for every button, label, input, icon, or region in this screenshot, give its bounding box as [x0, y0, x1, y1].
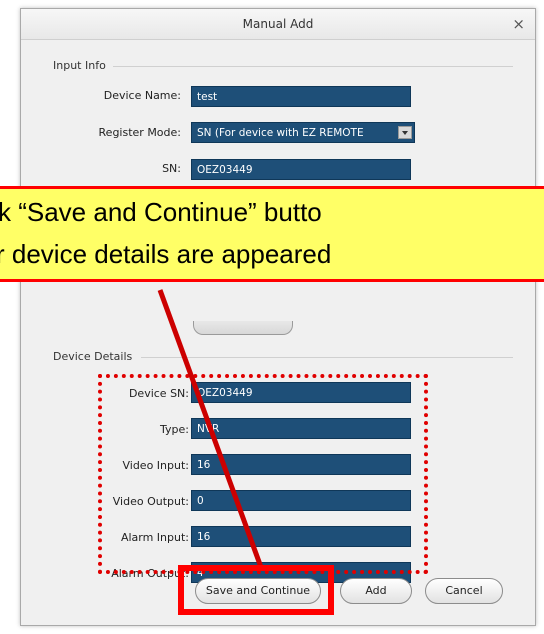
instruction-callout: k “Save and Continue” butto r device det…: [0, 186, 544, 282]
pointer-arrow: [157, 289, 265, 571]
save-button-highlight: [178, 565, 334, 615]
callout-line-1: k “Save and Continue” butto: [0, 197, 322, 227]
callout-line-2: r device details are appeared: [0, 239, 332, 269]
